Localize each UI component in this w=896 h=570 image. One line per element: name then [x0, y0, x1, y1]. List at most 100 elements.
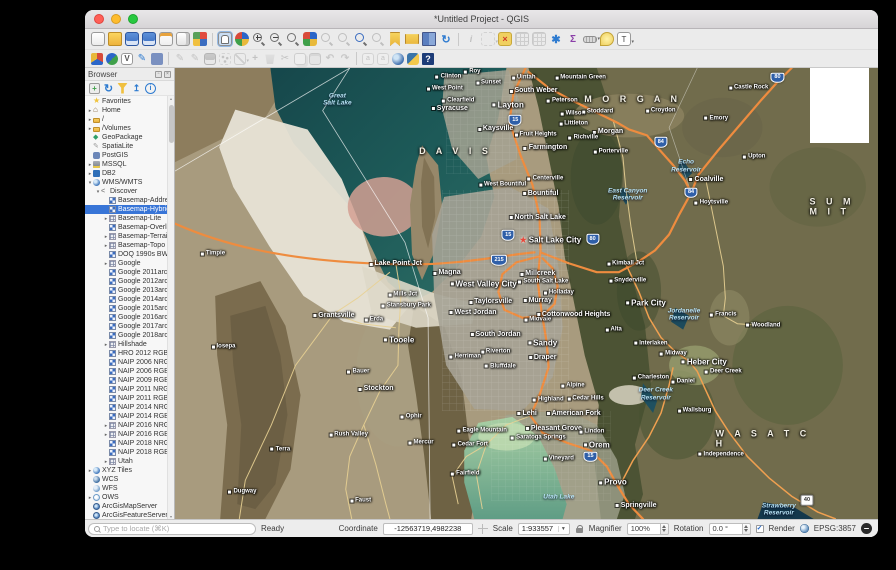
coordinate-value[interactable]: -12563719,4982238 — [382, 522, 473, 535]
browser-tree-item[interactable]: ▸ Home — [85, 106, 167, 115]
scroll-up-icon[interactable]: ▴ — [170, 96, 172, 101]
zoom-next-button[interactable] — [371, 32, 385, 46]
browser-tree-item[interactable]: ▾ WMS/WMTS — [85, 178, 167, 187]
toggle-editing-button[interactable] — [189, 53, 201, 65]
new-virtual-layer-button[interactable] — [151, 52, 163, 65]
browser-tree-item[interactable]: WCS — [85, 475, 167, 484]
collapse-all-button[interactable] — [131, 83, 142, 94]
processing-toolbox-button[interactable] — [549, 32, 563, 46]
titlebar[interactable]: *Untitled Project - QGIS — [85, 10, 878, 29]
dropdown-caret-icon[interactable]: ▾ — [631, 39, 634, 45]
pan-map-button[interactable] — [218, 32, 232, 46]
browser-tree-item[interactable]: ▸ Hillshade — [85, 340, 167, 349]
open-attribute-table-button[interactable] — [515, 32, 529, 46]
zoom-to-layer-button[interactable] — [337, 32, 351, 46]
browser-tree-item[interactable]: ▸ XYZ Tiles — [85, 466, 167, 475]
zoom-to-selection-button[interactable] — [320, 32, 334, 46]
zoom-in-button[interactable] — [252, 32, 266, 46]
crs-value[interactable]: EPSG:3857 — [814, 524, 856, 533]
new-shapefile-layer-button[interactable] — [136, 53, 148, 65]
style-manager-button[interactable] — [193, 32, 207, 46]
browser-tree-item[interactable]: NAIP 2018 RGB — [85, 448, 167, 457]
scroll-down-icon[interactable]: ▾ — [170, 514, 172, 519]
paste-features-button[interactable] — [309, 52, 321, 65]
rotation-spinbox[interactable]: 0.0 ° — [708, 522, 751, 535]
browser-tree-item[interactable]: ▸ NAIP 2016 NRG — [85, 421, 167, 430]
vertex-tool-button[interactable]: ▾ — [234, 52, 249, 65]
messages-icon[interactable] — [861, 523, 872, 534]
browser-tree-item[interactable]: NAIP 2011 NRG — [85, 385, 167, 394]
map-canvas[interactable]: Clinton Roy Sunset West Point Uintah Sou… — [175, 68, 878, 519]
redo-button[interactable] — [339, 53, 351, 65]
browser-tree-item[interactable]: Google 2014archive — [85, 295, 167, 304]
layer-diagram-button[interactable] — [377, 52, 389, 65]
browser-tree-item[interactable]: Google 2016archive — [85, 313, 167, 322]
close-panel-button[interactable]: × — [164, 70, 171, 78]
browser-tree-item[interactable]: Google 2012archive — [85, 277, 167, 286]
tree-scrollbar[interactable]: ▴ ▾ — [167, 96, 174, 519]
move-feature-button[interactable] — [249, 53, 261, 65]
add-data-source-button[interactable] — [106, 52, 118, 65]
browser-tree-item[interactable]: Google 2018archive — [85, 331, 167, 340]
add-feature-button[interactable] — [219, 52, 231, 65]
save-project-button[interactable] — [125, 32, 139, 46]
new-print-layout-button[interactable] — [159, 32, 173, 46]
zoom-full-extent-button[interactable] — [303, 32, 317, 46]
cut-features-button[interactable] — [279, 53, 291, 65]
new-project-button[interactable] — [91, 32, 105, 46]
browser-tree-item[interactable]: ▸ Basemap-Lite — [85, 214, 167, 223]
browser-tree-item[interactable]: NAIP 2014 NRG — [85, 403, 167, 412]
magnifier-spinbox[interactable]: 100% — [626, 522, 669, 535]
browser-tree-item[interactable]: WFS — [85, 484, 167, 493]
field-calculator-button[interactable] — [532, 32, 546, 46]
grass-tools-button[interactable] — [392, 52, 404, 65]
refresh-map-button[interactable] — [439, 32, 453, 46]
browser-tree-item[interactable]: ▾ Discover — [85, 187, 167, 196]
locator-search[interactable] — [88, 522, 256, 535]
browser-tree-item[interactable]: ▸ OWS — [85, 493, 167, 502]
browser-tree-item[interactable]: ▸ NAIP 2016 RGB — [85, 430, 167, 439]
browser-tree-item[interactable]: ▸ / — [85, 115, 167, 124]
browser-tree-item[interactable]: Favorites — [85, 97, 167, 106]
browser-tree-item[interactable]: ▸ MSSQL — [85, 160, 167, 169]
help-contents-button[interactable] — [422, 52, 434, 65]
filter-browser-button[interactable] — [117, 82, 128, 94]
select-features-button[interactable]: ▾ — [481, 32, 498, 46]
step-down-icon[interactable] — [662, 529, 667, 532]
copy-features-button[interactable] — [294, 52, 306, 65]
browser-tree-item[interactable]: GeoPackage — [85, 133, 167, 142]
browser-tree-item[interactable]: Google 2015archive — [85, 304, 167, 313]
delete-selected-button[interactable] — [265, 54, 275, 65]
browser-tree-item[interactable]: NAIP 2006 RGB — [85, 367, 167, 376]
add-selected-layers-button[interactable] — [89, 82, 100, 94]
chevron-down-icon[interactable]: ▼ — [557, 525, 566, 532]
show-spatial-bookmarks-button[interactable] — [405, 34, 419, 44]
measure-line-button[interactable]: ▾ — [583, 35, 600, 43]
browser-tree-item[interactable]: ▸ /Volumes — [85, 124, 167, 133]
browser-tree-item[interactable]: ▸ DB2 — [85, 169, 167, 178]
browser-tree-item[interactable]: ▸ Basemap-Terrain — [85, 232, 167, 241]
identify-features-button[interactable] — [464, 32, 478, 46]
browser-tree-item[interactable]: ▸ Basemap-Topo — [85, 241, 167, 250]
browser-tree-item[interactable]: Basemap-Hybrid — [85, 205, 167, 214]
layout-manager-button[interactable] — [176, 32, 190, 46]
browser-tree-item[interactable]: Google 2013archive — [85, 286, 167, 295]
float-panel-button[interactable]: ▫ — [155, 70, 162, 78]
zoom-out-button[interactable] — [269, 32, 283, 46]
browser-tree-item[interactable]: ArcGisFeatureServer — [85, 511, 167, 519]
layer-labeling-button[interactable] — [362, 52, 374, 65]
extents-icon[interactable] — [477, 523, 488, 534]
stepper-buttons[interactable] — [742, 522, 751, 535]
browser-tree-item[interactable]: PostGIS — [85, 151, 167, 160]
crs-globe-icon[interactable] — [799, 524, 809, 533]
scrollbar-thumb[interactable] — [169, 105, 174, 143]
stepper-buttons[interactable] — [660, 522, 669, 535]
browser-tree-item[interactable]: NAIP 2018 NRG — [85, 439, 167, 448]
browser-tree-item[interactable]: NAIP 2006 NRG — [85, 358, 167, 367]
browser-tree-item[interactable]: NAIP 2014 RGB — [85, 412, 167, 421]
map-tips-button[interactable] — [600, 32, 614, 46]
browser-tree-item[interactable]: ArcGisMapServer — [85, 502, 167, 511]
python-console-button[interactable] — [407, 52, 419, 65]
browser-tree-item[interactable]: SpatiaLite — [85, 142, 167, 151]
step-up-icon[interactable] — [662, 525, 667, 528]
